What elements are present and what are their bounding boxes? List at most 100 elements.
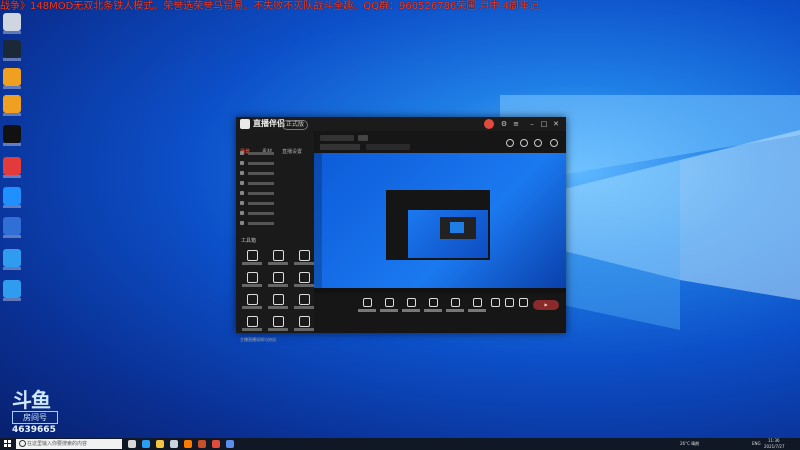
- scene-item-label: [248, 162, 274, 165]
- tool-label: [242, 328, 262, 331]
- nested-inner-window: [440, 217, 476, 239]
- douyu-taskbar-icon[interactable]: [184, 440, 192, 448]
- taskbar-search-box[interactable]: 在这里输入你要搜索的内容: [16, 439, 122, 449]
- preview-desktop-icons: [314, 153, 322, 293]
- beauty-tool-icon[interactable]: [242, 250, 262, 268]
- scene-item[interactable]: [240, 209, 310, 217]
- image-tool-icon[interactable]: [294, 272, 314, 290]
- tool-label: [294, 328, 314, 331]
- eye-icon[interactable]: [240, 161, 244, 165]
- app-2-taskbar-icon[interactable]: [226, 440, 234, 448]
- eye-icon[interactable]: [240, 151, 244, 155]
- window-control-icon[interactable]: [402, 298, 420, 318]
- game-taskbar-icon[interactable]: [198, 440, 206, 448]
- streaming-app-window: 直播伴侣 正式版 ⚙ ≡ – □ ✕ 场景 素材 直播设置 工具箱 主播直播须知…: [236, 117, 566, 342]
- tool-label: [268, 284, 288, 287]
- camera-control-icon[interactable]: [380, 298, 398, 318]
- user-avatar[interactable]: [484, 119, 494, 129]
- edge-taskbar-icon[interactable]: [142, 440, 150, 448]
- more-tool-icon[interactable]: [294, 316, 314, 334]
- stream-ticker-text: 战争》148MOD无双北条铁人模式。荣誉选荣誉马贸易。不失败不灭队战斗全趣。QQ…: [0, 1, 540, 12]
- tool-label: [242, 262, 262, 265]
- nested-preview-screen: [408, 210, 488, 258]
- window-tool-icon[interactable]: [268, 272, 288, 290]
- eye-icon[interactable]: [240, 191, 244, 195]
- weather[interactable]: 26°C 晴朗: [680, 441, 699, 447]
- mic-control-icon[interactable]: [446, 298, 464, 318]
- share-icon[interactable]: [506, 139, 514, 147]
- speaker-control-icon[interactable]: [468, 298, 486, 318]
- tool-desktop-icon[interactable]: [3, 157, 21, 178]
- share-tool-icon[interactable]: [242, 316, 262, 334]
- app-taskbar-icon[interactable]: [212, 440, 220, 448]
- eye-icon[interactable]: [240, 201, 244, 205]
- scene-item-label: [248, 222, 274, 225]
- gift-icon[interactable]: [534, 139, 542, 147]
- tool-label: [294, 306, 314, 309]
- sidebar-footer[interactable]: 主播直播须知与协议: [240, 337, 276, 343]
- scene-item-label: [248, 202, 274, 205]
- room-info: [366, 144, 410, 150]
- live-preview[interactable]: [314, 153, 566, 293]
- minimize-icon[interactable]: –: [528, 120, 536, 128]
- windows-start-icon[interactable]: [4, 440, 12, 448]
- maximize-icon[interactable]: □: [540, 120, 548, 128]
- tool-glyph: [299, 250, 310, 261]
- tool-glyph: [299, 294, 310, 305]
- taskbar: 在这里输入你要搜索的内容 26°C 晴朗 ENG 11:36 2021/7/27: [0, 438, 800, 450]
- input-language[interactable]: ENG: [752, 441, 761, 447]
- tool-label: [242, 284, 262, 287]
- eye-icon[interactable]: [240, 221, 244, 225]
- scene-item[interactable]: [240, 179, 310, 187]
- scene-item[interactable]: [240, 189, 310, 197]
- search-icon: [19, 440, 26, 447]
- clock-date[interactable]: 2021/7/27: [764, 444, 785, 450]
- screen-tool-icon[interactable]: [294, 250, 314, 268]
- eye-icon[interactable]: [240, 171, 244, 175]
- qq-desktop-icon[interactable]: [3, 125, 21, 146]
- eye-icon[interactable]: [240, 181, 244, 185]
- tool-2-desktop-icon[interactable]: [3, 187, 21, 208]
- menu-icon[interactable]: ≡: [512, 120, 520, 128]
- eye-icon[interactable]: [240, 211, 244, 215]
- stats-icon[interactable]: [520, 139, 528, 147]
- video-tool-icon[interactable]: [268, 294, 288, 312]
- start-live-button[interactable]: ▶: [533, 300, 559, 310]
- recycle-bin-desktop-icon[interactable]: [3, 13, 21, 34]
- text-tool-icon[interactable]: [242, 294, 262, 312]
- app-name: 直播伴侣: [253, 119, 285, 128]
- steam-desktop-icon[interactable]: [3, 40, 21, 61]
- stream-tag[interactable]: [358, 135, 368, 141]
- app-2-desktop-icon[interactable]: [3, 280, 21, 301]
- camera-tool-icon[interactable]: [268, 250, 288, 268]
- scene-item[interactable]: [240, 169, 310, 177]
- desktop-icon-label: [3, 113, 21, 116]
- video-control-icon[interactable]: [424, 298, 442, 318]
- scene-item[interactable]: [240, 159, 310, 167]
- network-desktop-icon[interactable]: [3, 217, 21, 238]
- stream-title-field[interactable]: [320, 135, 354, 141]
- desktop-icon-label: [3, 267, 21, 270]
- music-tool-icon[interactable]: [268, 316, 288, 334]
- record-icon[interactable]: [514, 298, 532, 318]
- help-2-desktop-icon[interactable]: [3, 95, 21, 116]
- folder-taskbar-icon[interactable]: [156, 440, 164, 448]
- desktop-icon-label: [3, 31, 21, 34]
- tool-glyph: [273, 250, 284, 261]
- room-label: 房间号: [12, 411, 58, 424]
- game-tool-icon[interactable]: [242, 272, 262, 290]
- app-desktop-icon[interactable]: [3, 249, 21, 270]
- close-icon[interactable]: ✕: [552, 120, 560, 128]
- more-icon[interactable]: [550, 139, 558, 147]
- category-field[interactable]: [320, 144, 360, 150]
- help-desktop-icon[interactable]: [3, 68, 21, 89]
- scene-item[interactable]: [240, 199, 310, 207]
- task-view-taskbar-icon[interactable]: [128, 440, 136, 448]
- steam-taskbar-icon[interactable]: [170, 440, 178, 448]
- scene-item[interactable]: [240, 219, 310, 227]
- screen-control-icon[interactable]: [358, 298, 376, 318]
- desktop-icon-label: [3, 298, 21, 301]
- browser-tool-icon[interactable]: [294, 294, 314, 312]
- scene-item[interactable]: [240, 149, 310, 157]
- settings-icon[interactable]: ⚙: [500, 120, 508, 128]
